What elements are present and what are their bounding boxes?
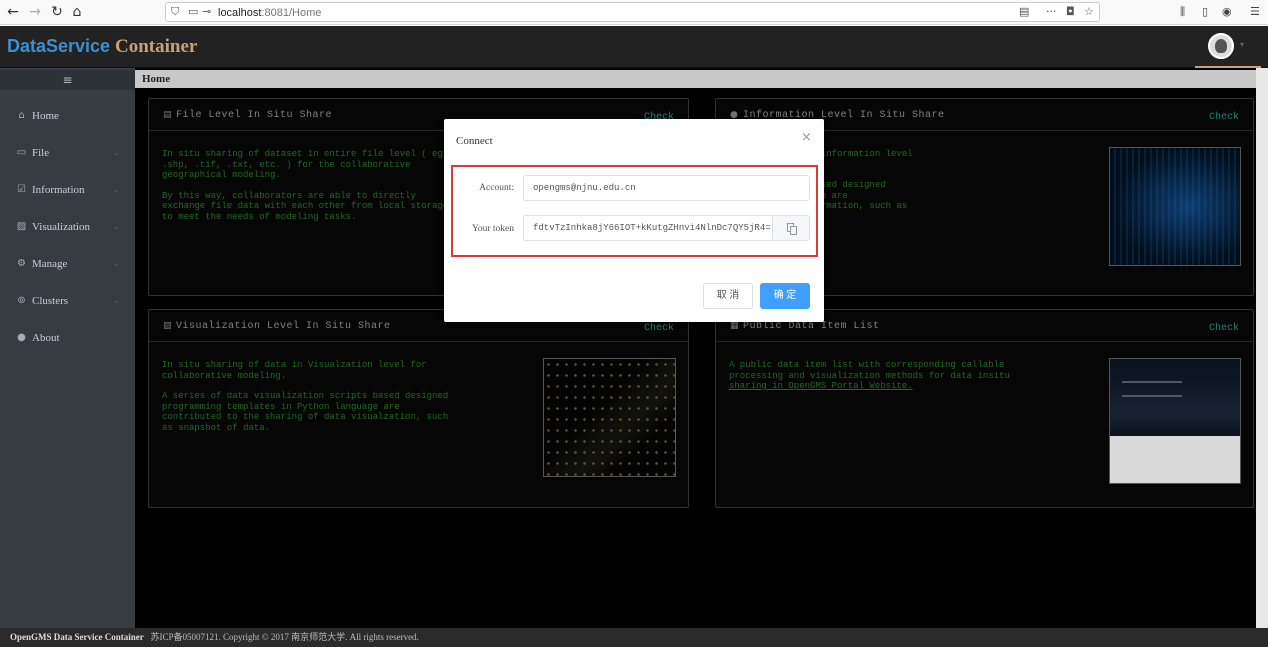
scrollbar[interactable] [1256, 68, 1268, 628]
account-icon[interactable]: ◉ [1222, 4, 1232, 20]
sidebar-item-information[interactable]: ☑ Information ⌄ [0, 176, 135, 206]
close-icon[interactable]: × [801, 131, 812, 145]
footer-brand: OpenGMS Data Service Container [10, 632, 144, 642]
sidebar-toggle-icon[interactable]: ▯ [1202, 4, 1208, 20]
app-header: DataService Container ▾ [0, 26, 1268, 68]
footer: OpenGMS Data Service Container 苏ICP备0500… [0, 628, 1268, 647]
sidebar-item-manage[interactable]: ⚙ Manage ⌄ [0, 250, 135, 280]
footer-text: OpenGMS Data Service Container 苏ICP备0500… [10, 632, 419, 643]
sidebar-item-home[interactable]: ⌂ Home [0, 102, 135, 132]
reload-icon[interactable]: ↻ [48, 3, 66, 21]
clusters-icon: ⊚ [17, 295, 26, 306]
logo-dataservice: DataService [7, 36, 111, 56]
avatar[interactable] [1208, 33, 1234, 59]
chevron-down-icon[interactable]: ▾ [1240, 40, 1244, 49]
browser-toolbar: ← → ↻ ⌂ ⛉ ▭ ⊸ localhost:8081/Home ▤ ··· … [0, 0, 1268, 25]
breadcrumb: Home [135, 70, 1256, 88]
image-icon: ▨ [16, 221, 27, 232]
logo-container: Container [115, 36, 198, 57]
chevron-down-icon: ⌄ [113, 259, 120, 268]
sidebar-item-visualization[interactable]: ▨ Visualization ⌄ [0, 213, 135, 243]
chevron-down-icon: ⌄ [113, 222, 120, 231]
footer-copyright: 苏ICP备05007121. Copyright © 2017 南京师范大学. … [150, 632, 419, 642]
key-icon: ⊸ [202, 5, 212, 18]
pocket-icon[interactable]: ◘ [1066, 5, 1075, 19]
sidebar-item-clusters[interactable]: ⊚ Clusters ⌄ [0, 287, 135, 317]
url-text: localhost:8081/Home [218, 7, 322, 19]
connect-dialog: Connect × Account: opengms@njnu.edu.cn Y… [444, 119, 824, 322]
account-label: Account: [479, 183, 514, 193]
back-arrow-icon[interactable]: ← [4, 3, 22, 21]
reader-view-icon[interactable]: ▤ [1019, 5, 1029, 19]
account-field[interactable]: opengms@njnu.edu.cn [523, 175, 810, 201]
file-icon: ▭ [16, 147, 27, 158]
token-label: Your token [471, 224, 514, 234]
library-icon[interactable]: ⫼ [1180, 4, 1185, 20]
chevron-down-icon: ⌄ [113, 148, 120, 157]
information-icon: ☑ [17, 184, 26, 195]
forward-arrow-icon[interactable]: → [26, 3, 44, 21]
address-bar[interactable]: ⛉ ▭ ⊸ localhost:8081/Home ▤ ··· ◘ ☆ [165, 2, 1100, 22]
chevron-down-icon: ⌄ [113, 296, 120, 305]
manage-icon: ⚙ [17, 258, 26, 269]
home-icon[interactable]: ⌂ [68, 3, 86, 21]
info-circle-icon: ● [17, 332, 26, 343]
more-actions-icon[interactable]: ··· [1046, 5, 1057, 19]
shield-icon: ⛉ [171, 5, 180, 18]
home-icon: ⌂ [18, 110, 25, 121]
breadcrumb-home[interactable]: Home [142, 72, 170, 86]
sidebar: ≡ ⌂ Home ▭ File ⌄ ☑ Information ⌄ ▨ Visu… [0, 68, 135, 628]
sidebar-item-file[interactable]: ▭ File ⌄ [0, 139, 135, 169]
cancel-button[interactable]: 取 消 [703, 283, 753, 309]
page-icon: ▭ [188, 5, 199, 18]
copy-button[interactable] [772, 215, 810, 241]
token-field[interactable]: fdtvTzInhka8jY66IOT+kKutgZHnvi4NlnDc7QY5… [523, 215, 773, 241]
bookmark-star-icon[interactable]: ☆ [1084, 5, 1094, 19]
sidebar-collapse-toggle[interactable]: ≡ [0, 70, 135, 90]
chevron-down-icon: ⌄ [113, 185, 120, 194]
confirm-button[interactable]: 确 定 [760, 283, 810, 309]
sidebar-item-about[interactable]: ● About [0, 324, 135, 354]
dialog-title: Connect [456, 135, 493, 147]
menu-icon[interactable]: ☰ [1250, 4, 1260, 20]
